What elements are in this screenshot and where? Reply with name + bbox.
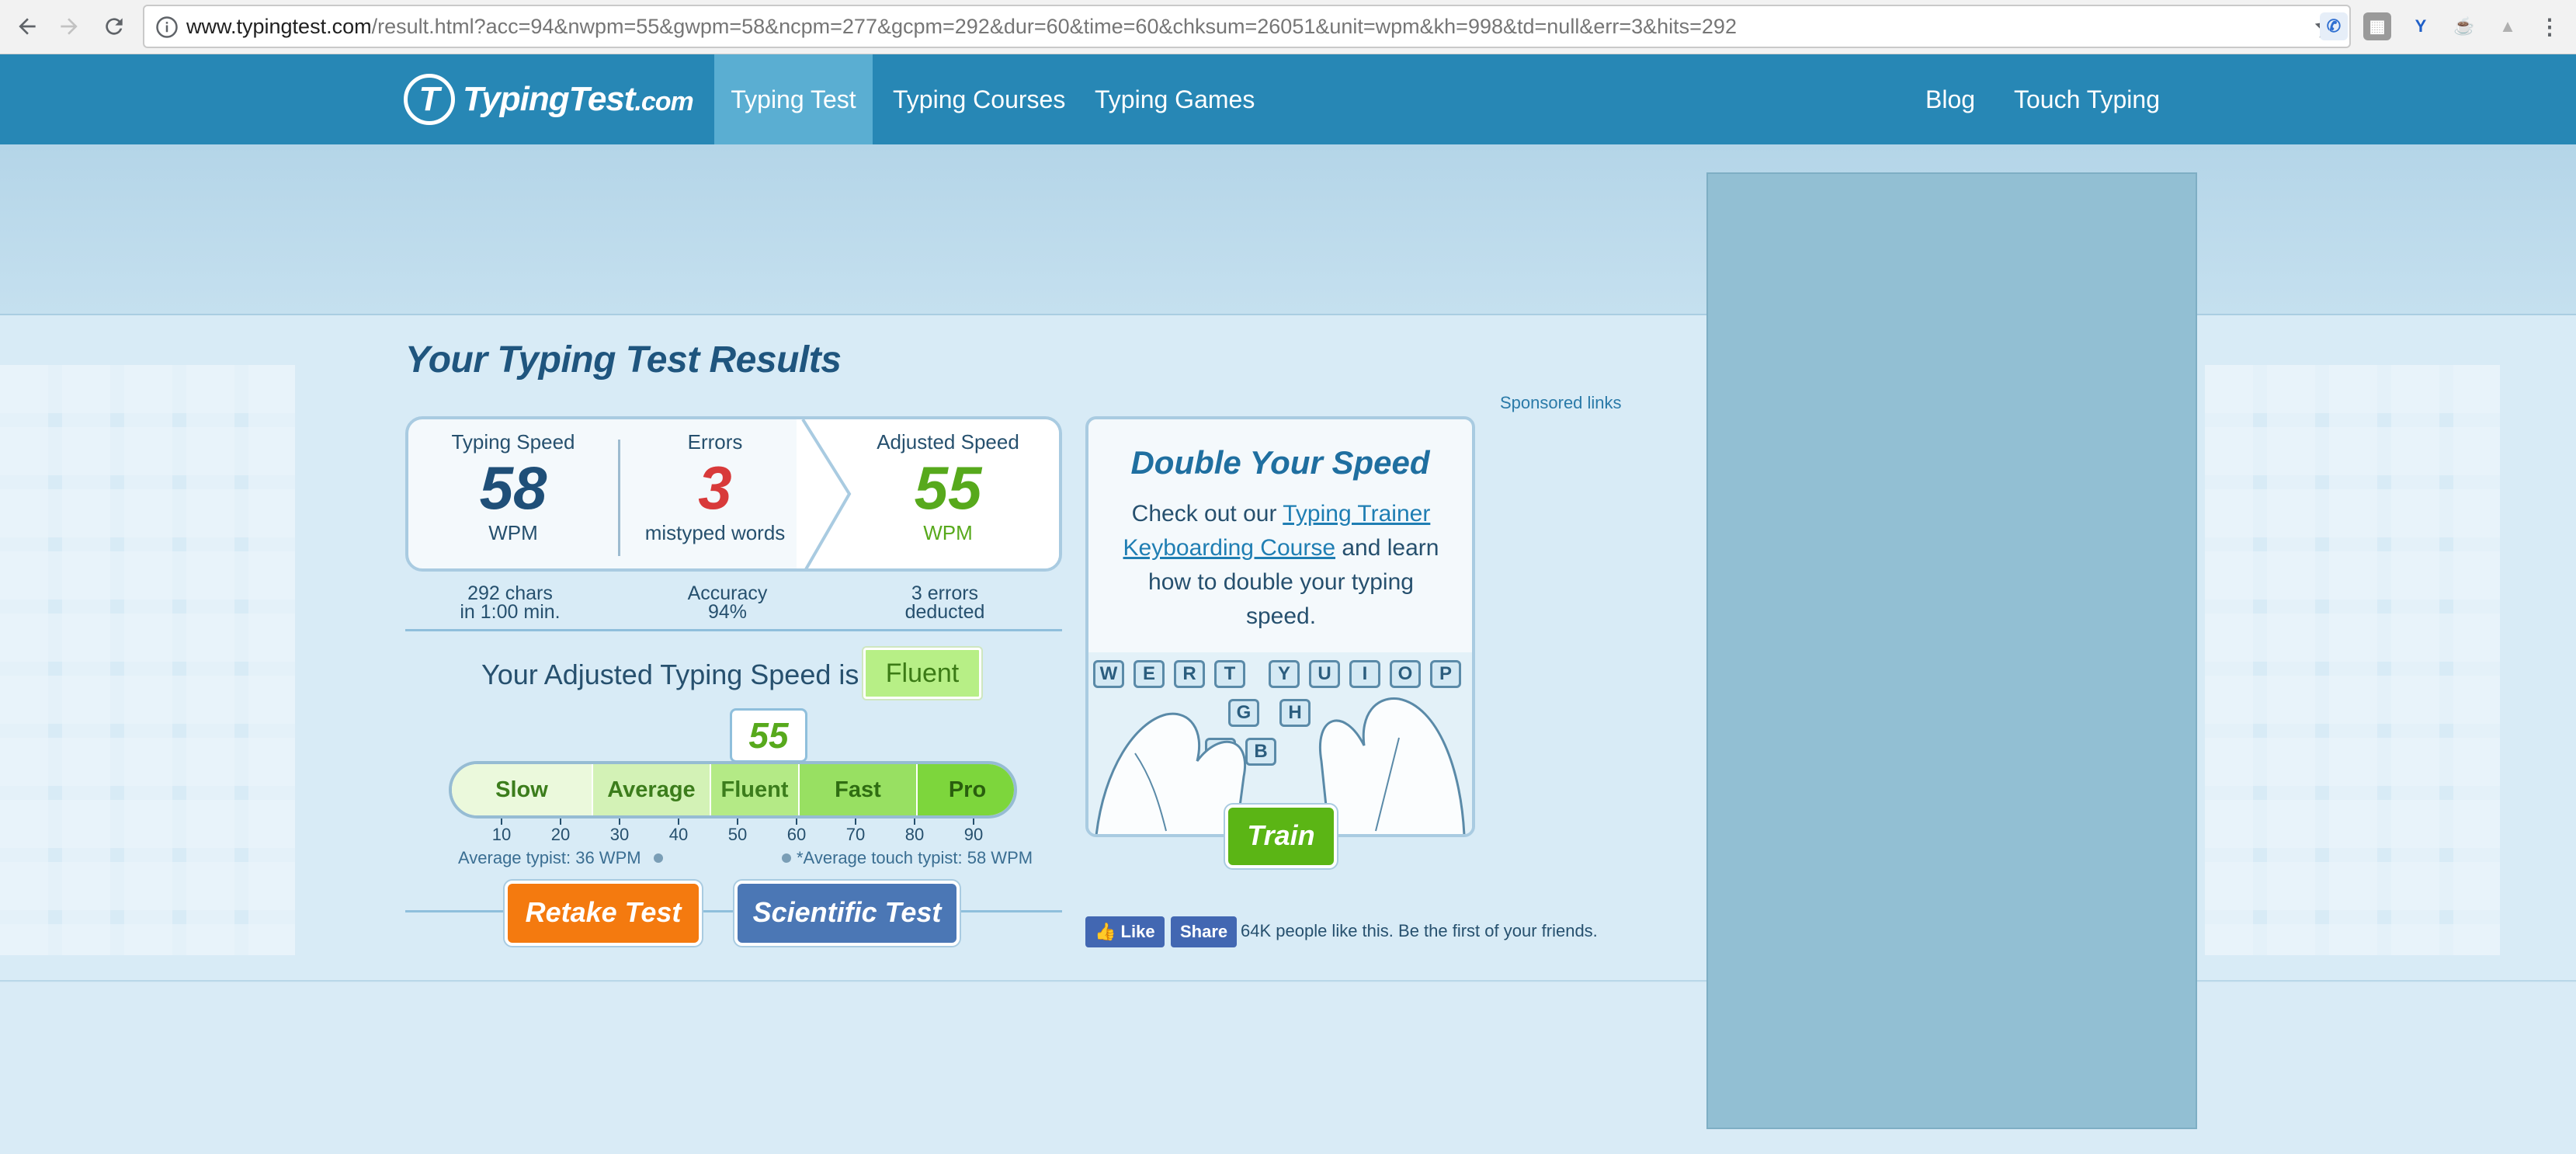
typing-speed-stat: Typing Speed 58 WPM xyxy=(432,430,595,545)
scale-tick: 40 xyxy=(659,819,698,845)
info-icon[interactable] xyxy=(155,16,179,39)
chars-substat: 292 chars in 1:00 min. xyxy=(429,582,592,623)
adjusted-speed-unit: WPM xyxy=(923,521,973,544)
scale-tick: 10 xyxy=(482,819,521,845)
touch-typist-dot xyxy=(782,853,791,863)
thumbs-up-icon: 👍 xyxy=(1095,922,1116,941)
typing-speed-unit: WPM xyxy=(488,521,538,544)
average-typist-note: Average typist: 36 WPM xyxy=(458,848,641,867)
errors-unit: mistyped words xyxy=(644,521,786,544)
deducted-label: deducted xyxy=(904,601,985,623)
nav-blog[interactable]: Blog xyxy=(1905,54,1995,144)
url-text: www.typingtest.com/result.html?acc=94&nw… xyxy=(186,15,1737,38)
scale-tick: 90 xyxy=(954,819,993,845)
score-separator xyxy=(618,440,620,556)
promo-text-before: Check out our xyxy=(1131,501,1283,527)
social-count-text: 64K people like this. Be the first of yo… xyxy=(1241,921,1598,940)
decorative-tiles-right xyxy=(2205,365,2500,955)
touch-typist-note: *Average touch typist: 58 WPM xyxy=(797,848,1033,867)
errors-value: 3 xyxy=(698,454,732,522)
menu-icon[interactable]: ⋮ xyxy=(2536,12,2564,40)
scale-tick: 20 xyxy=(541,819,580,845)
address-bar[interactable]: www.typingtest.com/result.html?acc=94&nw… xyxy=(143,5,2351,48)
decorative-tiles-left xyxy=(0,365,295,955)
train-button[interactable]: Train xyxy=(1225,805,1337,868)
scale-tick: 70 xyxy=(836,819,875,845)
extension-image-icon[interactable]: ▦ xyxy=(2363,12,2391,40)
reload-icon xyxy=(106,18,123,35)
forward-button[interactable] xyxy=(50,7,89,46)
sponsored-links[interactable]: Sponsored links xyxy=(1500,393,1622,413)
promo-panel: Double Your Speed Check out our Typing T… xyxy=(1085,416,1475,837)
adjusted-speed-stat: Adjusted Speed 55 WPM xyxy=(859,430,1037,545)
scale-tick: 80 xyxy=(895,819,934,845)
logo-t-icon: T xyxy=(404,74,455,125)
nav-typing-courses[interactable]: Typing Courses xyxy=(873,54,1085,144)
back-icon xyxy=(19,18,36,35)
speed-marker-bubble: 55 xyxy=(730,708,807,763)
scale-tick: 30 xyxy=(600,819,639,845)
nav-touch-typing[interactable]: Touch Typing xyxy=(1994,54,2180,144)
speed-scale: Slow Average Fluent Fast Pro xyxy=(449,761,1017,819)
typing-speed-label: Typing Speed xyxy=(451,430,575,454)
adjusted-speed-value: 55 xyxy=(914,454,982,522)
back-button[interactable] xyxy=(8,7,47,46)
accuracy-value: 94% xyxy=(707,601,748,623)
scale-average: Average xyxy=(592,764,710,815)
scale-pro: Pro xyxy=(916,764,1014,815)
scale-fast: Fast xyxy=(798,764,916,815)
average-typist-dot xyxy=(654,853,663,863)
page-title: Your Typing Test Results xyxy=(405,339,842,381)
deducted-substat: 3 errors deducted xyxy=(863,582,1026,623)
promo-text: Check out our Typing Trainer Keyboarding… xyxy=(1112,497,1450,634)
ad-placeholder[interactable] xyxy=(1706,172,2197,1129)
browser-toolbar: www.typingtest.com/result.html?acc=94&nw… xyxy=(0,0,2576,54)
chars-count: 292 chars xyxy=(467,582,553,604)
extension-drive-icon[interactable]: ▲ xyxy=(2494,12,2522,40)
facebook-like-button[interactable]: 👍 Like xyxy=(1085,916,1165,947)
results-divider xyxy=(405,629,1062,631)
extension-y-icon[interactable]: Y xyxy=(2407,12,2435,40)
retake-test-button[interactable]: Retake Test xyxy=(505,881,702,946)
promo-title: Double Your Speed xyxy=(1130,444,1430,481)
scientific-test-button[interactable]: Scientific Test xyxy=(734,881,960,946)
errors-label: Errors xyxy=(687,430,743,454)
scale-fluent: Fluent xyxy=(710,764,798,815)
extension-cup-icon[interactable]: ☕ xyxy=(2450,12,2478,40)
duration: in 1:00 min. xyxy=(460,601,561,623)
adjusted-speed-label: Adjusted Speed xyxy=(877,430,1019,454)
nav-typing-test[interactable]: Typing Test xyxy=(714,54,873,144)
extension-phone-icon[interactable]: ✆ xyxy=(2320,12,2348,40)
site-logo[interactable]: T TypingTest.com xyxy=(404,71,694,127)
facebook-share-button[interactable]: Share xyxy=(1171,916,1238,947)
scale-slow: Slow xyxy=(452,764,592,815)
like-label: Like xyxy=(1120,922,1155,941)
level-badge: Fluent xyxy=(863,648,981,699)
accuracy-label: Accuracy xyxy=(687,582,768,604)
forward-icon xyxy=(61,18,78,35)
scale-tick: 50 xyxy=(718,819,757,845)
reload-button[interactable] xyxy=(95,7,134,46)
nav-typing-games[interactable]: Typing Games xyxy=(1074,54,1275,144)
typing-speed-value: 58 xyxy=(479,454,547,522)
scale-tick: 60 xyxy=(777,819,816,845)
accuracy-substat: Accuracy 94% xyxy=(646,582,809,623)
score-panel: Typing Speed 58 WPM Errors 3 mistyped wo… xyxy=(405,416,1062,572)
errors-stat: Errors 3 mistyped words xyxy=(634,430,797,545)
site-navbar: T TypingTest.com Typing Test Typing Cour… xyxy=(0,54,2576,144)
adjusted-speed-sentence: Your Adjusted Typing Speed is xyxy=(481,659,859,690)
buttons-divider xyxy=(405,910,1062,912)
errors-deducted: 3 errors xyxy=(911,582,979,604)
